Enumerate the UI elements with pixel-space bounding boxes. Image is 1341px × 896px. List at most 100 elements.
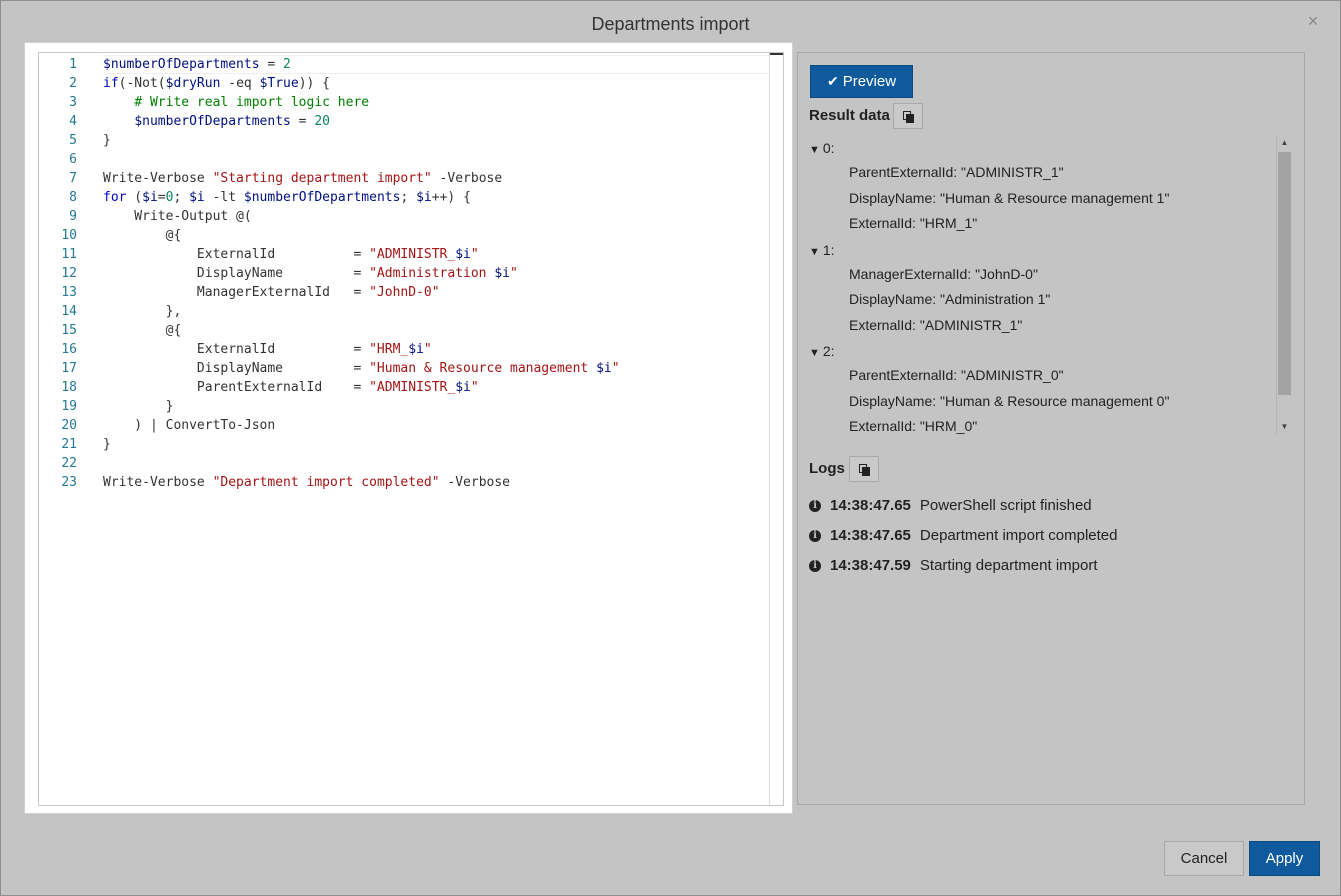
line-text: # Write real import logic here (134, 95, 370, 110)
code-lines[interactable]: 1 $numberOfDepartments = 2 2 if(-Not($dryRu… (39, 55, 620, 492)
apply-button[interactable]: Apply (1249, 841, 1320, 876)
line-number: 8 (69, 190, 77, 205)
code-line[interactable]: 12 DisplayName = "Administration $i" (39, 264, 620, 283)
code-editor[interactable]: 1 $numberOfDepartments = 2 2 if(-Not($dryRu… (38, 52, 784, 806)
expand-triangle-icon: ▼ (809, 245, 820, 258)
code-line[interactable]: 23 Write-Verbose "Department import compl… (39, 473, 620, 492)
scrollbar-marker (770, 53, 783, 55)
scroll-up-icon[interactable]: ▲ (1277, 136, 1292, 150)
info-icon: i (809, 529, 821, 542)
code-line[interactable]: 1 $numberOfDepartments = 2 (39, 55, 620, 74)
line-number: 16 (61, 342, 77, 357)
line-text: for ($i=0; $i -lt $numberOfDepartments; … (103, 190, 471, 205)
code-line[interactable]: 21} (39, 435, 620, 454)
code-line[interactable]: 11 ExternalId = "ADMINISTR_$i" (39, 245, 620, 264)
line-text: $numberOfDepartments = 20 (134, 114, 330, 129)
line-number: 17 (61, 361, 77, 376)
code-line[interactable]: 7 Write-Verbose "Starting department impo… (39, 169, 620, 188)
logs-title: Logs (809, 460, 845, 477)
close-icon[interactable]: × (1303, 11, 1323, 31)
log-entry: i 14:38:47.59 Starting department import (809, 557, 1098, 574)
code-line[interactable]: 10 @{ (39, 226, 620, 245)
code-line[interactable]: 14 }, (39, 302, 620, 321)
result-entry: ExternalId: "HRM_0" (849, 418, 978, 434)
line-text: }, (103, 304, 182, 319)
code-line[interactable]: 6 (39, 150, 620, 169)
result-entry: ParentExternalId: "ADMINISTR_0" (849, 367, 1064, 383)
line-number: 21 (61, 437, 77, 452)
line-text: } (103, 399, 174, 414)
editor-scrollbar[interactable] (769, 53, 783, 805)
preview-panel: ✔ Preview Result data ▼ 0: ParentExternalI… (797, 52, 1305, 805)
line-number: 22 (61, 456, 77, 471)
log-message: PowerShell script finished (919, 497, 1092, 514)
line-number: 7 (69, 171, 77, 186)
line-text (77, 150, 103, 169)
code-line[interactable]: 9 Write-Output @( (39, 207, 620, 226)
expand-triangle-icon: ▼ (809, 347, 820, 359)
line-number: 18 (61, 380, 77, 395)
line-text: ParentExternalId = "ADMINISTR_$i" (103, 380, 479, 395)
line-text: DisplayName = "Administration $i" (103, 266, 518, 281)
log-message: Starting department import (919, 557, 1098, 574)
line-number: 14 (61, 304, 77, 319)
code-line[interactable]: 15 @{ (39, 321, 620, 340)
log-time: 14:38:47.65 (830, 497, 911, 514)
line-number: 23 (61, 475, 77, 490)
code-line[interactable]: 8 for ($i=0; $i -lt $numberOfDepartments;… (39, 188, 620, 207)
code-line[interactable]: 2 if(-Not($dryRun -eq $True)) { (39, 74, 620, 93)
line-number: 4 (69, 114, 77, 129)
log-entry: i 14:38:47.65 PowerShell script finished (809, 497, 1092, 514)
line-text: ExternalId = "ADMINISTR_$i" (103, 247, 479, 262)
result-scrollbar[interactable]: ▲ ▼ (1276, 136, 1292, 434)
code-line[interactable]: 4 $numberOfDepartments = 20 (39, 112, 620, 131)
result-data-tree[interactable]: ▼ 0: ParentExternalId: "ADMINISTR_1" Displa… (809, 136, 1293, 434)
code-line[interactable]: 16 ExternalId = "HRM_$i" (39, 340, 620, 359)
code-line[interactable]: 22 (39, 454, 620, 473)
copy-result-button[interactable] (893, 103, 923, 129)
result-entry: ExternalId: "HRM_1" (849, 215, 978, 231)
cancel-button[interactable]: Cancel (1164, 841, 1244, 876)
copy-icon (859, 463, 870, 476)
result-group-toggle[interactable]: ▼ 0: (809, 140, 835, 156)
code-line[interactable]: 20 ) | ConvertTo-Json (39, 416, 620, 435)
line-number: 10 (61, 228, 77, 243)
line-text: Write-Output @( (103, 209, 252, 224)
line-text: DisplayName = "Human & Resource manageme… (103, 361, 620, 376)
line-number: 12 (61, 266, 77, 281)
line-number: 11 (61, 247, 77, 262)
line-number: 5 (69, 133, 77, 148)
code-line[interactable]: 18 ParentExternalId = "ADMINISTR_$i" (39, 378, 620, 397)
line-text: @{ (103, 323, 182, 338)
line-number: 19 (61, 399, 77, 414)
info-icon: i (809, 499, 821, 512)
line-text: ) | ConvertTo-Json (103, 418, 276, 433)
log-entry: i 14:38:47.65 Department import completed (809, 527, 1118, 544)
line-text: } (103, 437, 111, 452)
result-entry: DisplayName: "Human & Resource managemen… (849, 392, 1170, 409)
info-icon: i (809, 559, 821, 572)
result-entry: DisplayName: "Human & Resource managemen… (849, 189, 1170, 206)
line-text: ManagerExternalId = "JohnD-0" (103, 285, 440, 300)
result-entry: ParentExternalId: "ADMINISTR_1" (849, 164, 1064, 180)
code-line[interactable]: 3 # Write real import logic here (39, 93, 620, 112)
code-line[interactable]: 13 ManagerExternalId = "JohnD-0" (39, 283, 620, 302)
code-line[interactable]: 5} (39, 131, 620, 150)
line-text: ExternalId = "HRM_$i" (103, 342, 432, 357)
line-number: 2 (69, 76, 77, 91)
line-number: 6 (69, 152, 77, 167)
line-text (77, 454, 103, 473)
result-entry: DisplayName: "Administration 1" (849, 291, 1051, 307)
line-text: @{ (103, 228, 182, 243)
preview-button[interactable]: ✔ Preview (810, 65, 913, 98)
copy-logs-button[interactable] (849, 456, 879, 482)
result-group-toggle[interactable]: ▼ 1: (809, 242, 835, 258)
dialog-title: Departments import (591, 14, 750, 34)
code-line[interactable]: 19 } (39, 397, 620, 416)
scrollbar-thumb[interactable] (1278, 152, 1291, 395)
scroll-down-icon[interactable]: ▼ (1277, 420, 1292, 434)
line-text: Write-Verbose "Starting department impor… (103, 171, 503, 186)
code-line[interactable]: 17 DisplayName = "Human & Resource manag… (39, 359, 620, 378)
result-group-toggle[interactable]: ▼ 2: (809, 343, 835, 359)
preview-button-label: Preview (842, 73, 897, 90)
